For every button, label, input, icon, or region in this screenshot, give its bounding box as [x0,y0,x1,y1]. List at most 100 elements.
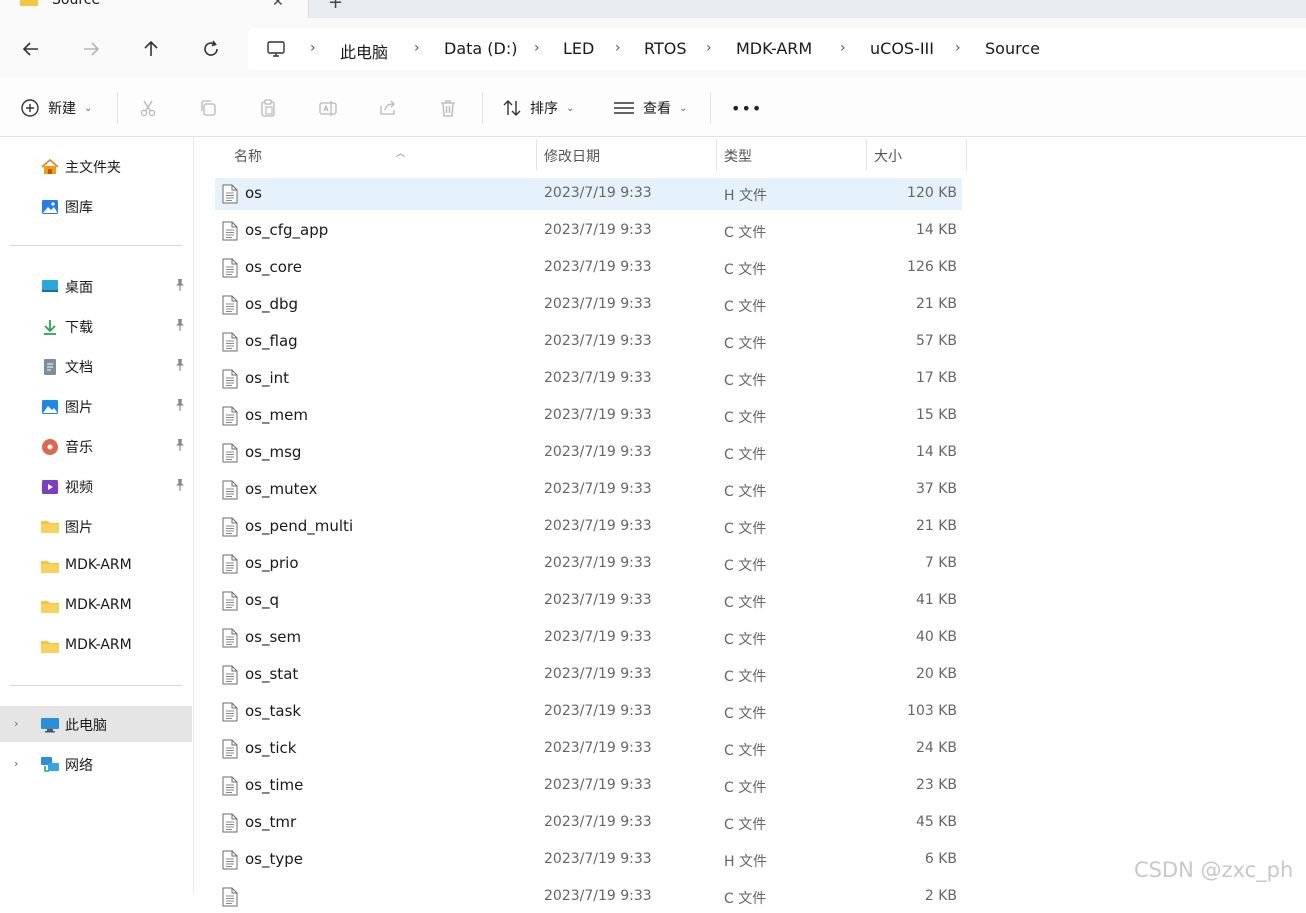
file-row[interactable]: os_cfg_app 2023/7/19 9:33 C 文件 14 KB [215,215,962,247]
address-bar[interactable]: › 此电脑 › Data (D:) › LED › RTOS › MDK-ARM… [248,28,1306,70]
more-button[interactable]: ••• [731,80,762,136]
sidebar-item-label: 文档 [65,360,93,376]
file-size: 23 KB [915,777,957,793]
file-type: C 文件 [724,632,767,648]
file-row[interactable]: os_time 2023/7/19 9:33 C 文件 23 KB [215,770,962,802]
column-header-name[interactable]: 名称 ︿ [215,137,535,173]
file-row[interactable]: os_prio 2023/7/19 9:33 C 文件 7 KB [215,548,962,580]
sidebar-item[interactable]: 视频 [0,468,192,504]
expand-chevron-icon[interactable]: › [14,717,18,730]
view-button-label: 查看 [643,101,671,117]
new-button[interactable]: 新建 ⌄ [20,80,92,136]
sidebar-item[interactable]: MDK-ARM [0,548,192,584]
delete-button[interactable] [438,80,458,136]
sidebar-item[interactable]: 图片 [0,388,192,424]
forward-button[interactable] [80,38,102,60]
file-size: 45 KB [915,814,957,830]
share-button[interactable] [378,80,398,136]
paste-button[interactable] [258,80,278,136]
breadcrumb-mdk-arm[interactable]: MDK-ARM [736,39,812,58]
file-row[interactable]: os_msg 2023/7/19 9:33 C 文件 14 KB [215,437,962,469]
copy-icon [201,100,216,116]
sidebar-item[interactable]: › 网络 [0,746,192,782]
sidebar-item[interactable]: 桌面 [0,268,192,304]
column-header-type[interactable]: 类型 [717,137,867,173]
expand-chevron-icon[interactable]: › [14,757,18,770]
file-row[interactable]: os_flag 2023/7/19 9:33 C 文件 57 KB [215,326,962,358]
sidebar-item[interactable]: 文档 [0,348,192,384]
sidebar-icon [40,597,60,617]
file-row[interactable]: os 2023/7/19 9:33 H 文件 120 KB [215,178,962,210]
file-row[interactable]: os_core 2023/7/19 9:33 C 文件 126 KB [215,252,962,284]
file-row[interactable]: os_stat 2023/7/19 9:33 C 文件 20 KB [215,659,962,691]
file-row[interactable]: os_mem 2023/7/19 9:33 C 文件 15 KB [215,400,962,432]
sidebar-item[interactable]: 图片 [0,508,192,544]
file-row[interactable]: os_type 2023/7/19 9:33 H 文件 6 KB [215,844,962,876]
document-icon [44,359,56,375]
tab-source[interactable]: Source ✕ [0,0,309,18]
file-size: 120 KB [907,185,957,201]
sidebar-item[interactable]: MDK-ARM [0,628,192,664]
pin-icon[interactable] [173,278,187,292]
sort-icon [503,100,521,116]
pin-icon[interactable] [173,438,187,452]
refresh-icon [204,40,218,56]
pin-icon[interactable] [173,318,187,332]
breadcrumb-rtos[interactable]: RTOS [644,39,686,58]
column-divider[interactable] [966,139,967,171]
close-tab-icon[interactable]: ✕ [272,0,284,10]
sidebar-item[interactable]: 主文件夹 [0,148,192,184]
pin-icon[interactable] [173,398,187,412]
text-file-icon [222,332,238,352]
file-row[interactable]: os_mutex 2023/7/19 9:33 C 文件 37 KB [215,474,962,506]
text-file-icon [222,850,238,870]
text-file-icon [222,591,238,611]
chevron-down-icon: ⌄ [84,102,93,114]
back-button[interactable] [20,38,42,60]
breadcrumb-this-pc[interactable]: 此电脑 [340,39,388,63]
file-row[interactable]: os_q 2023/7/19 9:33 C 文件 41 KB [215,585,962,617]
file-row[interactable]: os_int 2023/7/19 9:33 C 文件 17 KB [215,363,962,395]
breadcrumb-source[interactable]: Source [985,39,1040,58]
file-modified-date: 2023/7/19 9:33 [544,592,652,608]
breadcrumb-separator: › [534,40,540,56]
column-header-modified[interactable]: 修改日期 [537,137,717,173]
breadcrumb-separator: › [615,40,621,56]
file-row[interactable]: os_dbg 2023/7/19 9:33 C 文件 21 KB [215,289,962,321]
file-modified-date: 2023/7/19 9:33 [544,222,652,238]
file-name: os_tmr [245,813,297,831]
sidebar-item[interactable]: MDK-ARM [0,588,192,624]
file-name: os_task [245,702,302,720]
sort-button[interactable]: 排序 ⌄ [502,80,574,136]
text-file-icon [222,813,238,833]
pin-icon[interactable] [173,358,187,372]
file-row[interactable]: os_tick 2023/7/19 9:33 C 文件 24 KB [215,733,962,765]
breadcrumb-data-drive[interactable]: Data (D:) [444,39,517,58]
sidebar-item-label: MDK-ARM [65,637,132,653]
breadcrumb-ucos-iii[interactable]: uCOS-III [870,39,934,58]
sidebar-item[interactable]: 图库 [0,188,192,224]
file-row[interactable]: os_pend_multi 2023/7/19 9:33 C 文件 21 KB [215,511,962,543]
breadcrumb-led[interactable]: LED [563,39,594,58]
view-button[interactable]: 查看 ⌄ [613,80,687,136]
folder-icon [20,0,38,6]
file-row[interactable]: os_sem 2023/7/19 9:33 C 文件 40 KB [215,622,962,654]
column-header-modified-label: 修改日期 [544,149,600,165]
sidebar-item[interactable]: 下载 [0,308,192,344]
sidebar-item[interactable]: 音乐 [0,428,192,464]
rename-button[interactable] [318,80,338,136]
new-tab-button[interactable]: + [328,0,343,13]
folder-icon [41,601,59,613]
file-row[interactable]: os_task 2023/7/19 9:33 C 文件 103 KB [215,696,962,728]
file-row[interactable]: os_tmr 2023/7/19 9:33 C 文件 45 KB [215,807,962,839]
file-row[interactable]: 2023/7/19 9:33 C 文件 2 KB [215,881,962,913]
up-button[interactable] [140,38,162,60]
sidebar-icon [40,557,60,577]
copy-button[interactable] [198,80,218,136]
column-header-size[interactable]: 大小 [867,137,967,173]
sidebar-item[interactable]: › 此电脑 [0,706,192,742]
file-name: os_flag [245,332,298,350]
refresh-button[interactable] [200,38,222,60]
cut-button[interactable] [138,80,158,136]
pin-icon[interactable] [173,478,187,492]
